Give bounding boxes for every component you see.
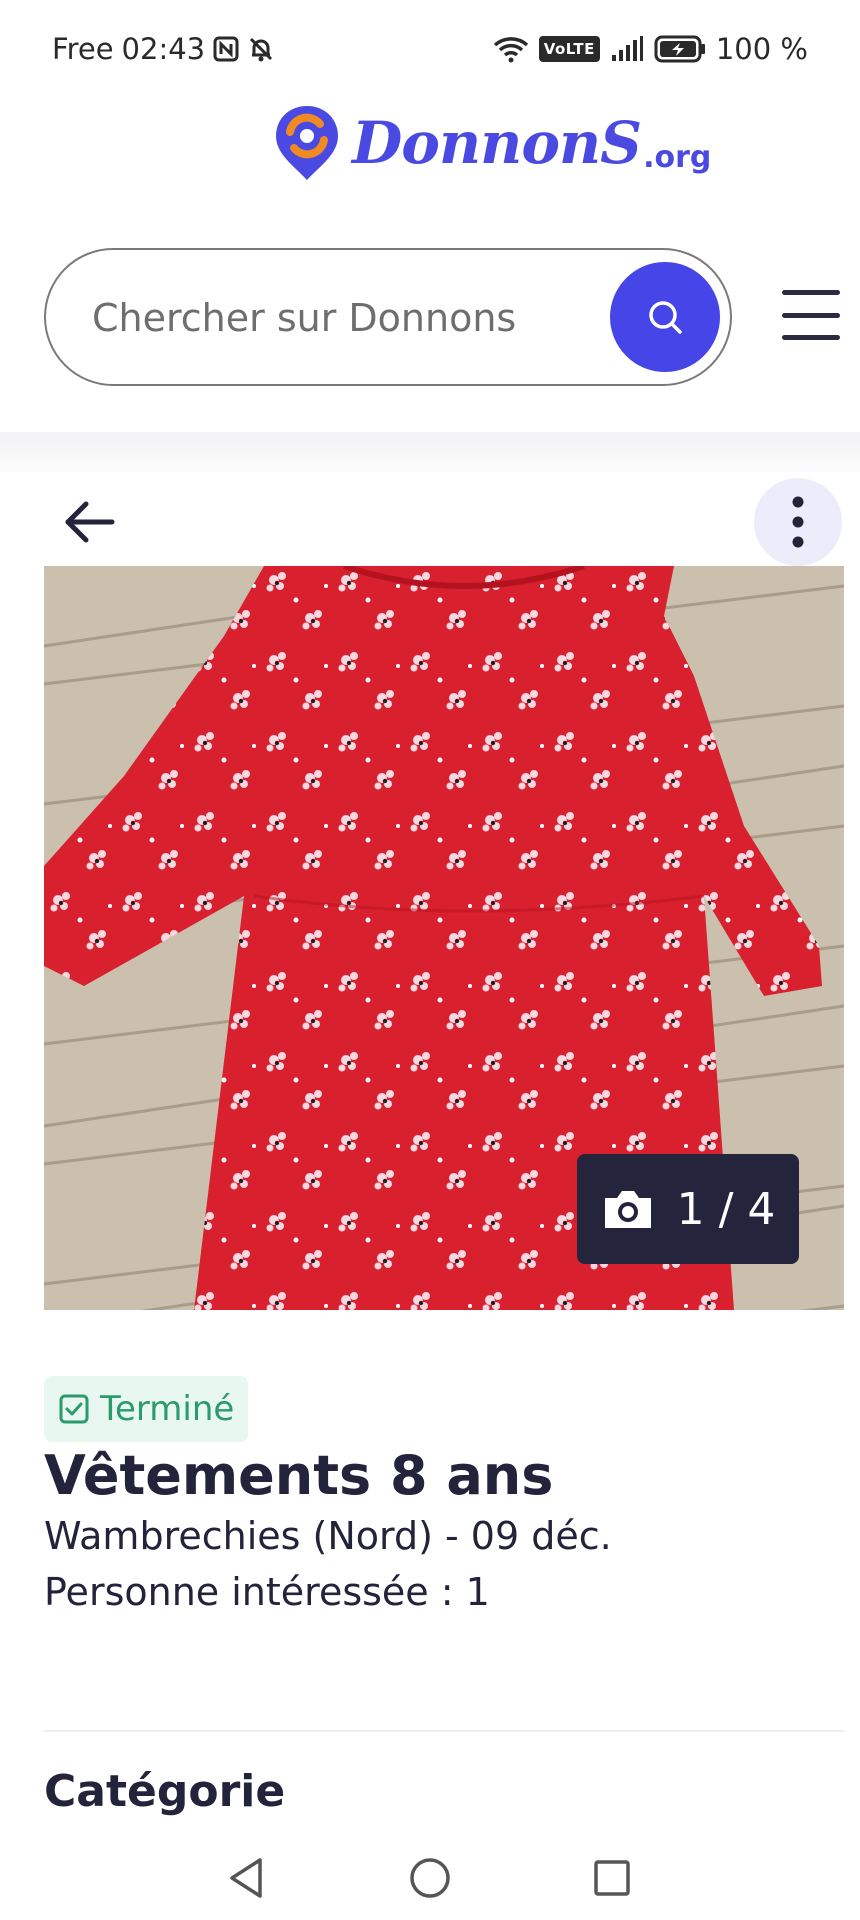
listing-location-date: Wambrechies (Nord) - 09 déc. (44, 1514, 612, 1558)
logo-mark-icon (276, 106, 338, 180)
nav-back-icon (230, 1858, 262, 1898)
listing-interested-count: Personne intéressée : 1 (44, 1570, 490, 1614)
category-section-title: Catégorie (44, 1766, 286, 1817)
bell-off-icon (247, 35, 275, 63)
status-bar: Free 02:43 VoLTE 100 % (0, 0, 860, 100)
status-right: VoLTE 100 % (493, 32, 808, 66)
more-vertical-icon (792, 496, 804, 548)
camera-icon (604, 1191, 651, 1228)
search-bar (44, 248, 732, 386)
section-divider (44, 1730, 844, 1732)
menu-icon[interactable] (782, 290, 840, 340)
system-nav-bar (0, 1830, 860, 1920)
photo-counter-text: 1 / 4 (676, 1183, 776, 1235)
clock: 02:43 (121, 32, 206, 66)
status-badge: Terminé (44, 1376, 249, 1442)
volte-badge: VoLTE (538, 36, 600, 62)
check-square-icon (59, 1394, 89, 1424)
nav-back-button[interactable] (216, 1848, 276, 1908)
menu-line (782, 335, 840, 340)
logo-extension: .org (643, 139, 712, 175)
nav-home-button[interactable] (400, 1848, 460, 1908)
nav-recents-icon (594, 1860, 630, 1896)
nav-home-icon (410, 1858, 450, 1898)
photo-counter[interactable]: 1 / 4 (577, 1154, 799, 1264)
back-button[interactable] (58, 490, 122, 554)
battery-icon (654, 34, 706, 64)
status-label: Terminé (100, 1389, 235, 1429)
search-icon (649, 301, 682, 334)
carrier-label: Free (52, 32, 114, 66)
battery-percent: 100 % (715, 32, 808, 66)
search-input[interactable] (92, 290, 592, 346)
nfc-icon (213, 36, 239, 62)
logo-wordmark: DonnonS (352, 109, 642, 177)
menu-line (782, 312, 840, 318)
signal-icon (610, 35, 644, 63)
nav-recents-button[interactable] (582, 1848, 642, 1908)
menu-line (782, 290, 840, 295)
status-left: Free 02:43 (52, 32, 275, 66)
site-logo[interactable]: DonnonS .org (270, 98, 711, 188)
listing-title: Vêtements 8 ans (44, 1444, 554, 1507)
header-separator (0, 432, 860, 472)
more-options-button[interactable] (754, 478, 842, 566)
search-button[interactable] (610, 262, 720, 372)
wifi-icon (493, 35, 529, 63)
back-arrow-icon (65, 501, 115, 543)
